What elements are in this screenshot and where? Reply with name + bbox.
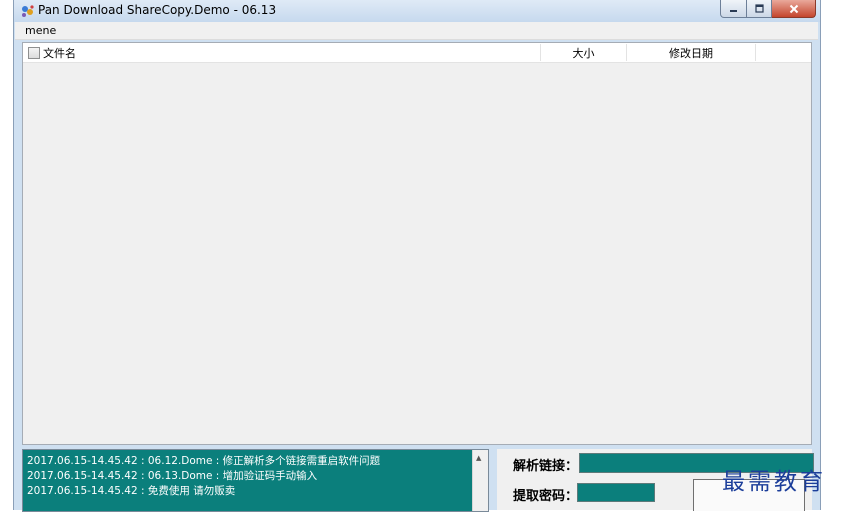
link-label: 解析链接：	[513, 459, 579, 474]
password-label: 提取密码：	[513, 489, 579, 504]
column-header-size[interactable]: 大小	[541, 43, 626, 62]
watermark-text: 最需教育	[722, 469, 826, 495]
app-window: Pan Download ShareCopy.Demo - 06.13 mene…	[13, 0, 821, 512]
column-label-modified: 修改日期	[669, 46, 713, 60]
select-all-checkbox[interactable]	[28, 47, 40, 59]
scroll-up-arrow-icon[interactable]: ▲	[476, 454, 481, 462]
title-bar[interactable]: Pan Download ShareCopy.Demo - 06.13	[14, 0, 820, 22]
list-header: 文件名 大小 修改日期	[23, 43, 811, 63]
maximize-icon	[754, 4, 764, 13]
column-label-size: 大小	[572, 46, 595, 60]
file-list[interactable]: 文件名 大小 修改日期	[22, 42, 812, 445]
app-paw-icon	[22, 5, 34, 17]
log-line: 2017.06.15-14.45.42 : 免费使用 请勿贩卖	[27, 485, 236, 497]
column-divider[interactable]	[755, 44, 756, 61]
close-button[interactable]	[772, 0, 816, 18]
menu-bar: mene	[15, 22, 818, 40]
log-scrollbar[interactable]: ▲	[472, 450, 488, 511]
maximize-button[interactable]	[747, 0, 772, 18]
log-line: 2017.06.15-14.45.42 : 06.13.Dome : 增加验证码…	[27, 470, 318, 482]
minimize-icon	[730, 10, 737, 12]
log-panel[interactable]: 2017.06.15-14.45.42 : 06.12.Dome : 修正解析多…	[22, 449, 489, 512]
menu-item-mene[interactable]: mene	[25, 24, 56, 37]
caption-buttons	[720, 0, 816, 18]
window-title: Pan Download ShareCopy.Demo - 06.13	[38, 3, 277, 17]
bottom-area: 2017.06.15-14.45.42 : 06.12.Dome : 修正解析多…	[22, 447, 814, 512]
close-icon	[789, 4, 798, 13]
log-line: 2017.06.15-14.45.42 : 06.12.Dome : 修正解析多…	[27, 455, 381, 467]
column-header-modified[interactable]: 修改日期	[627, 43, 755, 62]
minimize-button[interactable]	[720, 0, 747, 18]
password-input[interactable]	[577, 483, 655, 502]
column-label-filename: 文件名	[43, 46, 76, 60]
column-header-filename[interactable]: 文件名	[43, 43, 538, 62]
